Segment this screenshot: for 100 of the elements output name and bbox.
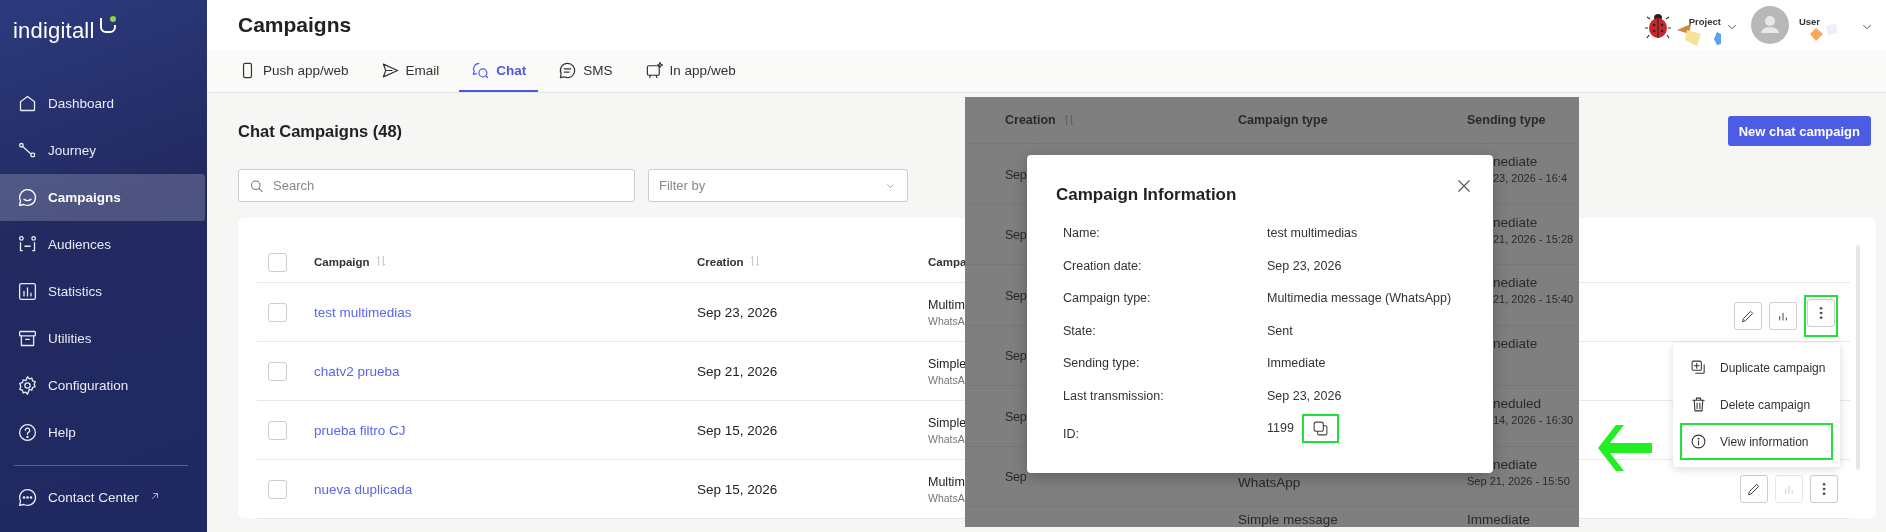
column-header: Creation (697, 256, 744, 268)
field-label: Last transmission: (1063, 387, 1164, 405)
user-label: User (1798, 16, 1820, 27)
ladybug-icon (1644, 11, 1671, 39)
tab[interactable]: Push app/web (226, 50, 361, 92)
field-label: Name: (1063, 225, 1100, 243)
more-button[interactable] (1810, 475, 1838, 503)
table-cell-text: 21, 2026 - 15:28 (1492, 232, 1574, 245)
column-header: Campaign type (1238, 113, 1328, 127)
field-label: Campaign type: (1063, 290, 1151, 308)
field-value: 1199 (1267, 420, 1294, 438)
sidebar-item[interactable]: Configuration (0, 362, 205, 409)
field-label: State: (1063, 322, 1096, 340)
table-cell: Sep (1005, 349, 1027, 364)
table-cell: Sep 21, 2026 (697, 364, 778, 379)
menu-item[interactable]: View information (1680, 423, 1833, 460)
column-header: Campaign (314, 256, 370, 268)
new-campaign-button[interactable]: New chat campaign (1727, 116, 1871, 146)
section-title: Chat Campaigns (48) (238, 121, 403, 141)
field-value: test multimedias (1267, 225, 1358, 243)
campaign-link[interactable]: nueva duplicada (314, 482, 413, 497)
field-value: Sep 23, 2026 (1267, 387, 1342, 405)
table-cell: Multim (928, 474, 965, 489)
table-cell: WhatsA (928, 373, 965, 386)
tab[interactable]: Email (368, 50, 452, 92)
table-cell: Multim (928, 297, 965, 312)
modal-title: Campaign Information (1056, 185, 1237, 205)
table-cell: WhatsA (928, 491, 965, 504)
sidebar-item[interactable]: Dashboard (0, 80, 205, 127)
field-label: Creation date: (1063, 257, 1142, 275)
info-icon (1690, 433, 1707, 450)
sidebar-item[interactable]: Help (0, 409, 205, 456)
checkbox[interactable] (268, 479, 287, 499)
table-cell: Sep 21, 2026 - 15:50 (1467, 474, 1570, 487)
table-cell-text: nediate (1492, 275, 1538, 290)
logo-text: indigitall (13, 18, 95, 44)
chat-icon (17, 187, 38, 208)
more-button[interactable] (1807, 299, 1835, 327)
tab[interactable]: SMS (546, 50, 625, 92)
checkbox[interactable] (268, 302, 287, 322)
field-label: ID: (1063, 426, 1079, 444)
field-value: Multimedia message (WhatsApp) (1267, 290, 1452, 308)
column-header: Campa (928, 256, 967, 268)
table-cell: WhatsApp (1238, 474, 1301, 490)
pencil-icon (1740, 308, 1756, 324)
checkbox[interactable] (268, 420, 287, 440)
sidebar-item[interactable]: Statistics (0, 268, 205, 315)
menu-item[interactable]: Duplicate campaign (1680, 349, 1833, 386)
table-cell: Sep (1005, 167, 1027, 182)
archive-icon (17, 328, 38, 349)
table-cell: Immediate (1467, 512, 1531, 527)
table-cell: Sep (1005, 409, 1027, 424)
filter-dropdown[interactable]: Filter by (648, 169, 908, 202)
campaign-link[interactable]: test multimedias (314, 305, 412, 320)
campaign-link[interactable]: prueba filtro CJ (314, 423, 406, 438)
field-label: Sending type: (1063, 355, 1140, 373)
sidebar-item[interactable]: Utilities (0, 315, 205, 362)
search-icon (248, 177, 265, 194)
sidebar-item[interactable]: Contact Center (0, 474, 205, 521)
menu-item[interactable]: Delete campaign (1680, 386, 1833, 423)
table-cell: Sep 23, 2026 (697, 305, 778, 320)
table-cell: WhatsA (928, 314, 965, 327)
statistics-button[interactable] (1769, 302, 1797, 330)
help-icon (17, 422, 38, 443)
table-cell-text: nediate (1492, 214, 1538, 230)
table-cell-text: nediate (1492, 335, 1538, 351)
table-cell-text: nediate (1492, 154, 1538, 169)
message-icon (558, 60, 578, 80)
column-header: Sending type (1467, 113, 1546, 127)
tab[interactable]: In app/web (632, 50, 748, 92)
home-icon (17, 93, 38, 114)
chat-icon (17, 487, 38, 508)
field-value: Sent (1267, 322, 1293, 340)
search-field[interactable]: Search (238, 169, 635, 202)
edit-button[interactable] (1734, 302, 1762, 330)
campaign-link[interactable]: chatv2 prueba (314, 364, 400, 379)
sidebar-item[interactable]: Audiences (0, 221, 205, 268)
sidebar-item[interactable]: Campaigns (0, 174, 205, 221)
checkbox[interactable] (268, 252, 287, 272)
table-cell-text: 21, 2026 - 15:40 (1492, 293, 1574, 305)
close-button[interactable] (1455, 177, 1473, 195)
copy-button[interactable] (1301, 413, 1339, 443)
sidebar-item[interactable]: Journey (0, 127, 205, 174)
table-cell-text: 14, 2026 - 16:30 (1492, 414, 1574, 426)
trash-icon (1690, 396, 1707, 413)
chat-icon (471, 60, 491, 80)
pencil-icon (1746, 481, 1762, 497)
table-cell: Sep 15, 2026 (697, 482, 778, 497)
table-cell: Sep 15, 2026 (697, 423, 778, 438)
edit-button[interactable] (1740, 475, 1768, 503)
table-cell-text: neduled (1492, 396, 1542, 411)
settings-icon (17, 375, 38, 396)
avatar-icon (1750, 6, 1789, 44)
page-title: Campaigns (238, 13, 353, 37)
close-icon (1455, 177, 1473, 195)
checkbox[interactable] (268, 361, 287, 381)
table-cell: Sep (1005, 228, 1027, 243)
table-cell-text: nediate (1492, 456, 1538, 472)
table-cell: Sep (1005, 288, 1027, 303)
field-value: Immediate (1267, 355, 1326, 373)
